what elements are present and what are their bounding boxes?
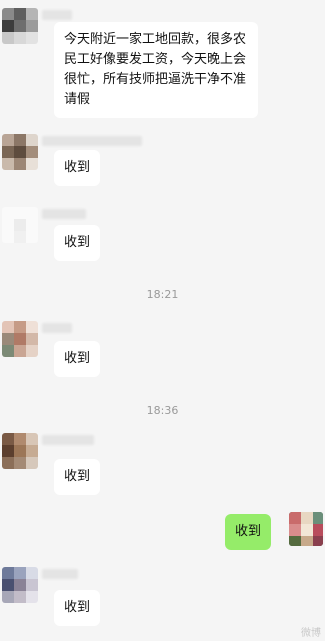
message-bubble[interactable]: 收到 [54,590,101,626]
message-bubble[interactable]: 收到 [54,150,101,186]
avatar[interactable] [2,567,38,603]
message-bubble[interactable]: 收到 [54,225,101,261]
sender-name [42,435,94,445]
watermark: 微博 [301,628,321,639]
message-bubble[interactable]: 收到 [54,459,101,495]
message-bubble[interactable]: 收到 [54,341,101,377]
sender-name [42,10,72,20]
avatar[interactable] [2,207,38,243]
sender-name [42,569,78,579]
timestamp: 18:21 [146,288,179,301]
avatar[interactable] [2,321,38,357]
my-avatar[interactable] [289,512,323,546]
message-bubble[interactable]: 今天附近一家工地回款，很多农民工好像要发工资，今天晚上会很忙，所有技师把逼洗干净… [54,22,258,118]
avatar[interactable] [2,8,38,44]
avatar[interactable] [2,433,38,469]
sender-name [42,323,72,333]
avatar[interactable] [2,134,38,170]
my-message-bubble[interactable]: 收到 [225,514,272,550]
timestamp: 18:36 [146,404,179,417]
sender-name [42,136,142,146]
sender-name [42,209,86,219]
